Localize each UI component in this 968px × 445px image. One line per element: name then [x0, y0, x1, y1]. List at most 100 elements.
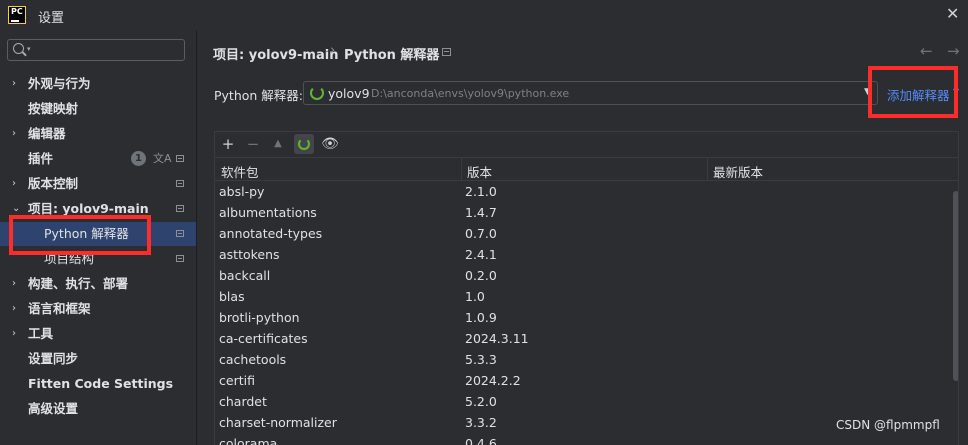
table-row[interactable]: brotli-python 1.0.9: [215, 307, 958, 328]
table-row[interactable]: albumentations 1.4.7: [215, 202, 958, 223]
sidebar-item[interactable]: 高级设置: [0, 397, 196, 421]
chevron-right-icon[interactable]: ›: [12, 322, 16, 346]
project-scope-icon: [176, 205, 184, 212]
version-cell: 3.3.2: [465, 415, 497, 430]
chevron-down-icon[interactable]: ⌄: [12, 197, 20, 221]
chevron-right-icon[interactable]: ›: [12, 272, 16, 296]
table-row[interactable]: colorama 0.4.6: [215, 433, 958, 445]
sidebar-item-label: 插件: [28, 151, 54, 166]
project-scope-icon: [176, 180, 184, 187]
package-name-cell: ca-certificates: [219, 331, 308, 346]
chevron-right-icon[interactable]: ›: [12, 122, 16, 146]
package-name-cell: blas: [219, 289, 245, 304]
sidebar-item-label: 工具: [28, 326, 54, 341]
table-row[interactable]: blas 1.0: [215, 286, 958, 307]
chevron-down-icon[interactable]: ▼: [864, 87, 871, 97]
sidebar-item[interactable]: 项目结构: [0, 247, 196, 271]
sidebar-item[interactable]: ⌄ 项目: yolov9-main: [0, 197, 196, 221]
add-package-icon[interactable]: +: [218, 134, 238, 154]
sidebar-item[interactable]: › 编辑器: [0, 122, 196, 146]
version-cell: 0.7.0: [465, 226, 497, 241]
sidebar-item[interactable]: › 构建、执行、部署: [0, 272, 196, 296]
package-name-cell: asttokens: [219, 247, 280, 262]
chevron-right-icon[interactable]: ›: [12, 172, 16, 196]
sidebar-item[interactable]: 插件 1 文A: [0, 147, 196, 171]
packages-table: 软件包 版本 最新版本 absl-py 2.1.0 albumentations 1.…: [214, 157, 959, 445]
table-row[interactable]: backcall 0.2.0: [215, 265, 958, 286]
sidebar-item-label: 语言和框架: [28, 301, 91, 316]
watermark: CSDN @flpmmpfl: [836, 418, 940, 432]
version-cell: 1.0.9: [465, 310, 497, 325]
sidebar-item-label: 外观与行为: [28, 76, 91, 91]
column-header-latest[interactable]: 最新版本: [713, 162, 763, 181]
version-cell: 5.2.0: [465, 394, 497, 409]
breadcrumb-page: Python 解释器: [344, 48, 440, 63]
column-divider[interactable]: [707, 158, 708, 180]
package-name-cell: cachetools: [219, 352, 287, 367]
column-divider[interactable]: [461, 158, 462, 180]
version-cell: 1.4.7: [465, 205, 497, 220]
close-icon[interactable]: ✕: [946, 4, 959, 23]
sidebar-item-label: 版本控制: [28, 176, 79, 191]
sidebar-item[interactable]: › 外观与行为: [0, 72, 196, 96]
package-name-cell: brotli-python: [219, 310, 300, 325]
package-name-cell: charset-normalizer: [219, 415, 337, 430]
title-bar: PC 设置 ✕: [0, 0, 968, 30]
sidebar-item-label: 项目: yolov9-main: [28, 201, 149, 216]
table-row[interactable]: certifi 2024.2.2: [215, 370, 958, 391]
back-arrow-icon[interactable]: ←: [920, 42, 933, 60]
update-count-badge: 1: [131, 151, 146, 166]
sidebar-item[interactable]: 设置同步: [0, 347, 196, 371]
sidebar-item[interactable]: › 工具: [0, 322, 196, 346]
search-input[interactable]: [36, 41, 185, 61]
remove-package-icon[interactable]: −: [243, 134, 263, 154]
project-scope-icon: [176, 155, 184, 162]
chevron-right-icon[interactable]: ›: [12, 297, 16, 321]
breadcrumb-project[interactable]: 项目: yolov9-main: [213, 44, 338, 63]
package-name-cell: absl-py: [219, 184, 265, 199]
package-name-cell: annotated-types: [219, 226, 323, 241]
version-cell: 2.4.1: [465, 247, 497, 262]
chevron-right-icon[interactable]: ›: [12, 72, 16, 96]
interpreter-path: D:\anconda\envs\yolov9\python.exe: [371, 87, 570, 100]
version-cell: 2024.3.11: [465, 331, 529, 346]
table-row[interactable]: annotated-types 0.7.0: [215, 223, 958, 244]
column-header-version[interactable]: 版本: [467, 162, 492, 181]
table-row[interactable]: cachetools 5.3.3: [215, 349, 958, 370]
package-name-cell: certifi: [219, 373, 255, 388]
sidebar-item[interactable]: › 版本控制: [0, 172, 196, 196]
add-interpreter-link[interactable]: 添加解释器: [887, 85, 950, 104]
table-row[interactable]: absl-py 2.1.0: [215, 181, 958, 202]
sidebar-item[interactable]: Fitten Code Settings: [0, 372, 196, 396]
forward-arrow-icon[interactable]: →: [947, 42, 960, 60]
sidebar-item[interactable]: › 语言和框架: [0, 297, 196, 321]
table-row[interactable]: chardet 5.2.0: [215, 391, 958, 412]
interpreter-label: Python 解释器:: [214, 88, 304, 103]
table-header: 软件包 版本 最新版本: [215, 157, 958, 181]
show-early-releases-icon[interactable]: 👁: [320, 134, 340, 154]
refresh-icon[interactable]: [294, 134, 314, 154]
add-interpreter-chevron-icon[interactable]: ▼: [953, 87, 959, 96]
project-scope-icon: [176, 230, 184, 237]
column-header-package[interactable]: 软件包: [221, 162, 259, 181]
version-cell: 0.4.6: [465, 436, 497, 445]
sidebar-item-label: 高级设置: [28, 401, 79, 416]
table-row[interactable]: asttokens 2.4.1: [215, 244, 958, 265]
search-icon: [13, 43, 24, 54]
package-name-cell: albumentations: [219, 205, 317, 220]
search-options-icon[interactable]: ▾: [27, 45, 31, 53]
sidebar-item-label: 按键映射: [28, 101, 79, 116]
window-title: 设置: [38, 11, 65, 26]
version-cell: 2024.2.2: [465, 373, 521, 388]
project-scope-icon: [176, 255, 184, 262]
sidebar-item[interactable]: 按键映射: [0, 97, 196, 121]
interpreter-select[interactable]: yolov9 D:\anconda\envs\yolov9\python.exe…: [303, 81, 878, 105]
vertical-scrollbar[interactable]: [953, 191, 958, 381]
settings-sidebar: ▾ › 外观与行为 按键映射 › 编辑器 插件 1 文A › 版本控制 ⌄ 项目: yolov9-ma…: [0, 30, 196, 445]
interpreter-name: yolov9: [328, 86, 370, 101]
upgrade-package-icon[interactable]: ▲: [268, 134, 288, 154]
sidebar-item-label: 编辑器: [28, 126, 66, 141]
settings-search[interactable]: ▾: [7, 39, 185, 61]
table-row[interactable]: ca-certificates 2024.3.11: [215, 328, 958, 349]
sidebar-item[interactable]: Python 解释器: [0, 222, 196, 246]
